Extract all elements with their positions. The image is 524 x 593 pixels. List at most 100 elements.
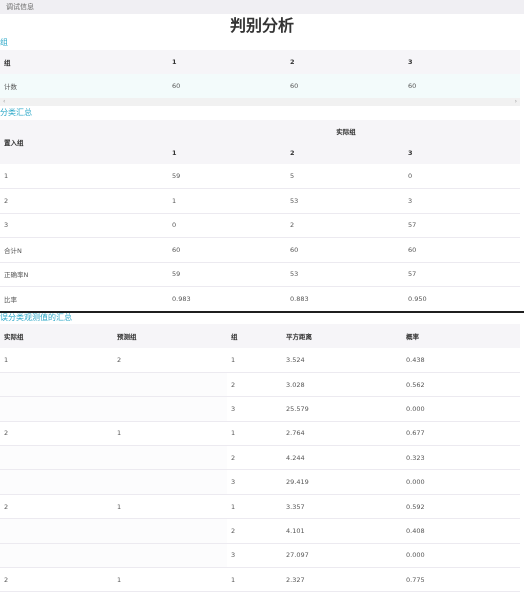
table-cell — [0, 469, 113, 495]
table-cell: 4.244 — [282, 445, 402, 471]
table-cell: 0.000 — [402, 469, 520, 495]
table-cell: 0.000 — [402, 396, 520, 422]
table-cell: 0 — [404, 164, 521, 189]
table-row: 比率 0.983 0.883 0.950 — [0, 286, 521, 312]
table-header-row: 组 1 2 3 — [0, 50, 520, 74]
header-cell: 3 — [404, 142, 521, 164]
table-row: 2 1 1 2.764 0.677 — [0, 421, 520, 447]
corner-label: 置入组 — [0, 120, 168, 164]
row-label: 2 — [0, 188, 168, 214]
table-row: 2 1 1 3.357 0.592 — [0, 494, 520, 520]
table-cell: 3 — [227, 469, 282, 495]
classification-summary-table: 置入组 实际组 1 2 3 1 59 5 0 2 1 53 3 3 0 2 57… — [0, 120, 521, 312]
group-section-title: 组 — [0, 38, 8, 47]
table-cell — [113, 469, 227, 495]
header-actual-group: 实际组 — [0, 324, 113, 348]
header-cell: 组 — [0, 50, 168, 74]
table-cell: 2 — [0, 494, 113, 520]
table-cell: 60 — [404, 237, 521, 263]
section-divider — [0, 311, 524, 313]
table-cell — [0, 518, 113, 544]
table-cell: 0.592 — [402, 494, 520, 520]
table-cell: 53 — [286, 262, 404, 287]
header-probability: 概率 — [402, 324, 520, 348]
table-cell: 59 — [168, 164, 286, 189]
table-cell: 3 — [227, 396, 282, 422]
table-cell — [0, 372, 113, 398]
table-cell — [113, 372, 227, 398]
actual-group-label: 实际组 — [168, 120, 521, 142]
table-row: 正确率N 59 53 57 — [0, 262, 521, 287]
header-group: 组 — [227, 324, 282, 348]
table-cell: 1 — [227, 348, 282, 373]
table-cell: 60 — [404, 74, 520, 99]
table-cell: 59 — [168, 262, 286, 287]
table-cell: 5 — [286, 164, 404, 189]
header-cell: 3 — [404, 50, 520, 74]
page-title: 判别分析 — [229, 16, 294, 35]
table-cell: 2 — [0, 567, 113, 593]
table-cell: 1 — [227, 567, 282, 593]
row-label: 比率 — [0, 286, 168, 312]
table-cell — [0, 543, 113, 569]
table-row: 2 4.101 0.408 — [0, 518, 520, 544]
header-cell: 2 — [286, 50, 404, 74]
table-cell: 60 — [286, 74, 404, 99]
table-cell: 1 — [0, 348, 113, 373]
horizontal-scrollbar[interactable]: ‹ › — [0, 98, 520, 106]
row-label: 1 — [0, 164, 168, 189]
table-cell: 2 — [227, 445, 282, 471]
table-cell: 0.408 — [402, 518, 520, 544]
table-row: 3 27.097 0.000 — [0, 543, 520, 569]
table-row: 2 3.028 0.562 — [0, 372, 520, 398]
table-cell: 0.950 — [404, 286, 521, 312]
table-cell: 1 — [113, 421, 227, 447]
row-label: 计数 — [0, 74, 168, 99]
table-cell: 1 — [113, 567, 227, 593]
group-count-table: 组 1 2 3 计数 60 60 60 — [0, 50, 520, 99]
table-cell: 57 — [404, 213, 521, 238]
table-cell: 3.028 — [282, 372, 402, 398]
table-row: 合计N 60 60 60 — [0, 237, 521, 263]
table-cell: 0.983 — [168, 286, 286, 312]
table-cell: 3.357 — [282, 494, 402, 520]
table-cell: 0.438 — [402, 348, 520, 373]
header-cell: 1 — [168, 142, 286, 164]
table-cell: 57 — [404, 262, 521, 287]
scroll-left-icon[interactable]: ‹ — [3, 98, 5, 106]
table-cell: 0.562 — [402, 372, 520, 398]
table-cell: 3 — [227, 543, 282, 569]
table-cell: 0 — [168, 213, 286, 238]
table-cell: 0.000 — [402, 543, 520, 569]
table-cell: 2.764 — [282, 421, 402, 447]
table-row: 3 29.419 0.000 — [0, 469, 520, 495]
table-cell: 4.101 — [282, 518, 402, 544]
table-cell: 2.327 — [282, 567, 402, 593]
header-squared-distance: 平方距离 — [282, 324, 402, 348]
table-row: 1 2 1 3.524 0.438 — [0, 348, 520, 373]
table-cell — [0, 445, 113, 471]
table-cell: 3 — [404, 188, 521, 214]
table-cell: 60 — [168, 237, 286, 263]
table-row: 3 0 2 57 — [0, 213, 521, 238]
table-cell: 2 — [286, 213, 404, 238]
table-cell — [113, 445, 227, 471]
table-cell: 25.579 — [282, 396, 402, 422]
table-cell: 2 — [227, 372, 282, 398]
row-label: 正确率N — [0, 262, 168, 287]
debug-label: 调试信息 — [6, 3, 34, 11]
table-cell: 2 — [0, 421, 113, 447]
row-label: 3 — [0, 213, 168, 238]
table-row: 2 1 1 2.327 0.775 — [0, 567, 520, 593]
table-cell: 2 — [227, 518, 282, 544]
header-cell: 2 — [286, 142, 404, 164]
table-cell: 60 — [168, 74, 286, 99]
debug-bar[interactable]: 调试信息 — [0, 0, 524, 14]
scroll-right-icon[interactable]: › — [515, 98, 517, 106]
table-cell: 1 — [227, 494, 282, 520]
table-cell — [113, 396, 227, 422]
table-cell: 0.883 — [286, 286, 404, 312]
table-cell: 0.677 — [402, 421, 520, 447]
table-cell: 0.323 — [402, 445, 520, 471]
table-row: 1 59 5 0 — [0, 164, 521, 189]
